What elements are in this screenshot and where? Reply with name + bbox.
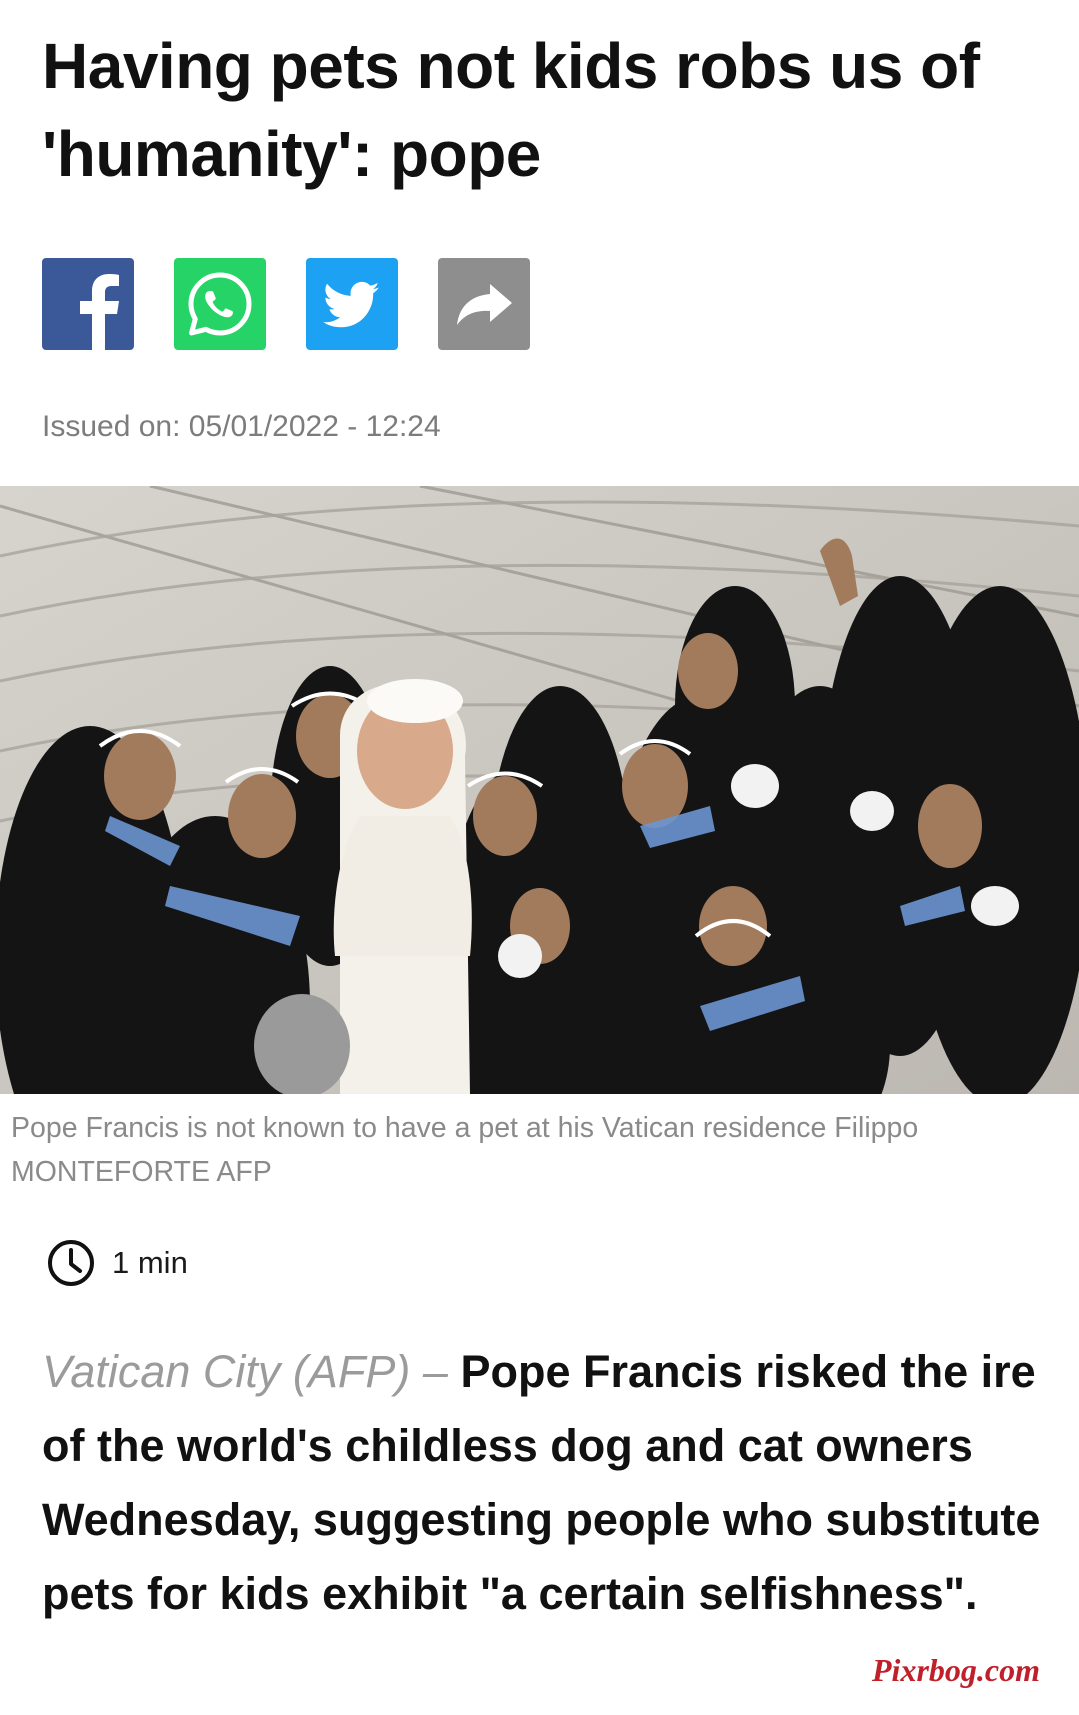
share-arrow-icon — [457, 284, 512, 325]
facebook-icon — [80, 274, 119, 350]
article-headline: Having pets not kids robs us of 'humanit… — [42, 30, 980, 190]
twitter-icon — [323, 281, 380, 328]
clock-icon — [48, 1240, 94, 1286]
watermark: Pixrbog.com — [872, 1652, 1040, 1688]
twitter-share-button[interactable] — [306, 258, 398, 350]
whatsapp-icon — [188, 272, 252, 336]
photo-caption: Pope Francis is not known to have a pet … — [11, 1112, 919, 1188]
dateline: Vatican City (AFP) – — [42, 1346, 448, 1397]
photo-illustration — [0, 486, 1079, 1094]
share-bar — [42, 258, 530, 350]
issued-date: Issued on: 05/01/2022 - 12:24 — [42, 410, 441, 443]
facebook-share-button[interactable] — [42, 258, 134, 350]
read-time-label: 1 min — [112, 1245, 188, 1280]
article-photo — [0, 486, 1079, 1094]
article-lead: Vatican City (AFP) – Pope Francis risked… — [42, 1335, 1042, 1631]
more-share-button[interactable] — [438, 258, 530, 350]
whatsapp-share-button[interactable] — [174, 258, 266, 350]
read-time: 1 min — [46, 1238, 188, 1288]
